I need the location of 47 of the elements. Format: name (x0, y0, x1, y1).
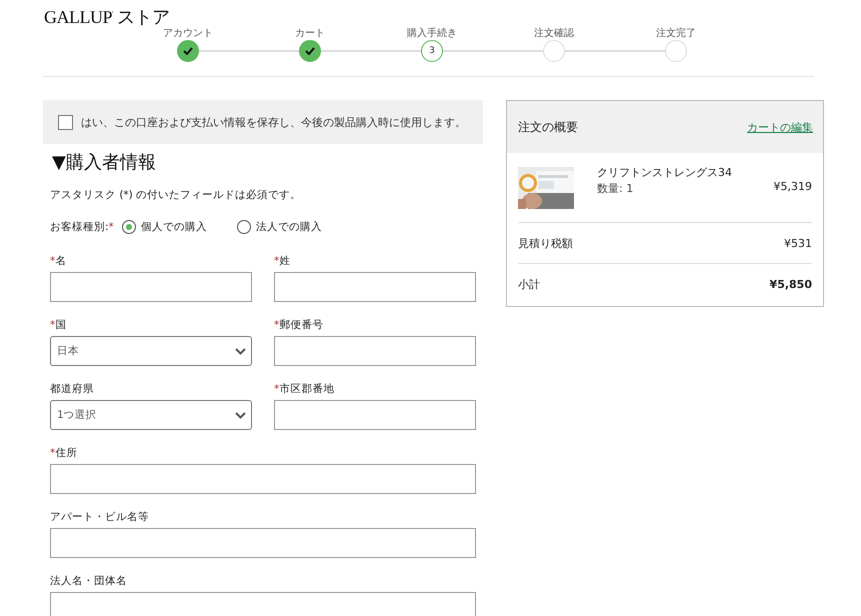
checkbox-label: はい、この口座および支払い情報を保存し、今後の製品購入時に使用します。 (81, 114, 466, 130)
field-label: アパート・ビル名等 (50, 510, 150, 523)
step-label: アカウント (163, 27, 213, 40)
store-logo[interactable]: GALLUP$^{'}$ ストア (44, 3, 170, 28)
dropdown[interactable]: 1つ選択 (50, 400, 252, 430)
field-label: お客様種別:* (50, 220, 114, 234)
radio-button[interactable] (122, 220, 136, 234)
step-number: 3 (429, 46, 435, 56)
quantity-text: 数量: 1 (597, 181, 634, 196)
required-note: アスタリスク (*) の付いたフィールドは必須です。 (50, 188, 302, 202)
summary-label: 見積り税額 (518, 236, 573, 250)
dropdown[interactable]: 日本 (50, 336, 252, 366)
checkbox[interactable] (58, 114, 73, 130)
item-price: ¥5,319 (774, 180, 812, 193)
edit-cart-link[interactable]: カートの編集 (747, 120, 813, 134)
field-label: *名 (50, 254, 68, 267)
text-field[interactable] (274, 272, 476, 302)
text-field[interactable] (274, 400, 476, 430)
panel-title: 注文の概要 (518, 118, 578, 136)
text-field[interactable] (50, 592, 476, 616)
field-label: *市区郡番地 (274, 382, 336, 395)
summary-label: 小計 (518, 276, 540, 292)
text-field[interactable] (50, 528, 476, 558)
check-icon (183, 47, 193, 55)
product-name: クリフトンストレングス34 (597, 165, 733, 180)
chevron-down-icon (235, 412, 246, 418)
field-label: *郵便番号 (274, 318, 324, 331)
step-label: 注文完了 (656, 26, 696, 40)
step-label: カート (295, 27, 325, 40)
radio-button[interactable] (236, 220, 251, 234)
text-field[interactable] (50, 464, 476, 494)
radio-option[interactable]: 個人での購入 (122, 220, 207, 234)
step-label: 購入手続き (407, 26, 457, 40)
field-label: *姓 (274, 254, 292, 267)
radio-option[interactable]: 法人での購入 (236, 220, 322, 234)
section-heading[interactable]: ▼購入者情報 (52, 150, 483, 174)
check-icon (305, 47, 315, 55)
summary-value: ¥5,850 (770, 278, 812, 290)
field-label: 都道府県 (50, 382, 95, 395)
field-label: *国 (50, 318, 68, 331)
chevron-down-icon (235, 348, 246, 354)
field-label: 法人名・団体名 (50, 574, 128, 587)
text-field[interactable] (50, 272, 252, 302)
summary-value: ¥531 (784, 236, 812, 250)
text-field[interactable] (274, 336, 476, 366)
field-label: *住所 (50, 446, 78, 459)
step-label: 注文確認 (534, 26, 574, 40)
